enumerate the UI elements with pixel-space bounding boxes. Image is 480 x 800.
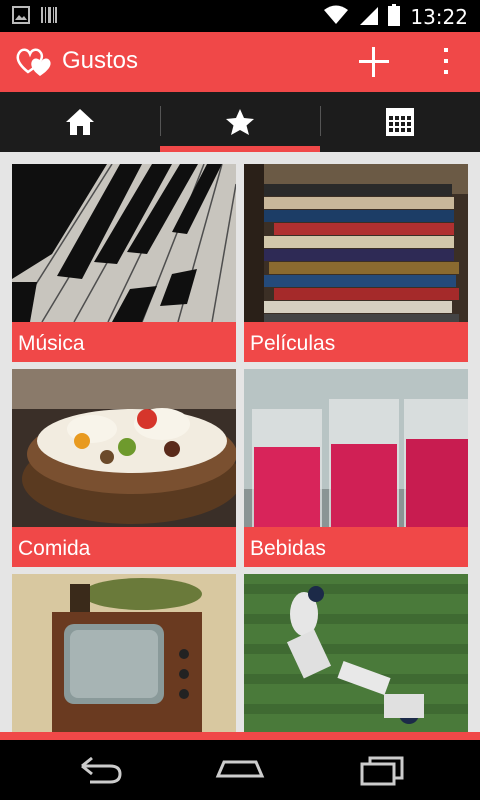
- image-icon: [12, 6, 30, 28]
- category-label: Bebidas: [250, 537, 326, 560]
- cake-image: [12, 369, 236, 527]
- piano-image: [12, 164, 236, 322]
- tab-calendar[interactable]: [320, 92, 480, 152]
- pink-drinks-image: [244, 369, 468, 527]
- dvd-stack-image: [244, 164, 468, 322]
- bottom-accent-bar: [0, 732, 480, 740]
- home-nav-icon: [215, 760, 265, 778]
- category-label: Música: [18, 332, 85, 355]
- add-button[interactable]: [356, 44, 392, 80]
- calendar-icon: [386, 108, 414, 136]
- categories-grid: Música Películas Comida Bebidas: [0, 152, 480, 732]
- overflow-menu-icon: [444, 48, 448, 74]
- app-title: Gustos: [62, 47, 139, 74]
- tab-home[interactable]: [0, 92, 160, 152]
- baseball-image: [244, 574, 468, 732]
- category-card-baseball[interactable]: [244, 574, 468, 732]
- navigation-bar: [0, 740, 480, 800]
- barcode-icon: [40, 6, 58, 28]
- hearts-logo-icon[interactable]: [16, 46, 54, 78]
- star-icon: [226, 109, 254, 135]
- retro-tv-image: [12, 574, 236, 732]
- home-nav-button[interactable]: [210, 752, 270, 788]
- home-icon: [66, 109, 94, 135]
- battery-icon: [388, 4, 401, 30]
- category-card-musica[interactable]: Música: [12, 164, 236, 362]
- signal-icon: [358, 5, 379, 29]
- action-bar: Gustos: [0, 32, 480, 92]
- recents-icon: [360, 756, 404, 786]
- status-bar: 13:22: [0, 0, 480, 32]
- overflow-menu-button[interactable]: [440, 46, 452, 78]
- category-label: Películas: [250, 332, 336, 355]
- category-card-bebidas[interactable]: Bebidas: [244, 369, 468, 567]
- wifi-icon: [324, 5, 349, 29]
- category-card-peliculas[interactable]: Películas: [244, 164, 468, 362]
- back-icon: [81, 756, 122, 784]
- category-card-comida[interactable]: Comida: [12, 369, 236, 567]
- category-card-tv[interactable]: [12, 574, 236, 732]
- category-label: Comida: [18, 537, 91, 560]
- plus-icon: [359, 47, 389, 77]
- back-button[interactable]: [70, 752, 130, 788]
- recents-button[interactable]: [352, 752, 412, 788]
- tab-favorites[interactable]: [160, 92, 320, 152]
- status-time: 13:22: [410, 5, 468, 29]
- tab-bar: [0, 92, 480, 152]
